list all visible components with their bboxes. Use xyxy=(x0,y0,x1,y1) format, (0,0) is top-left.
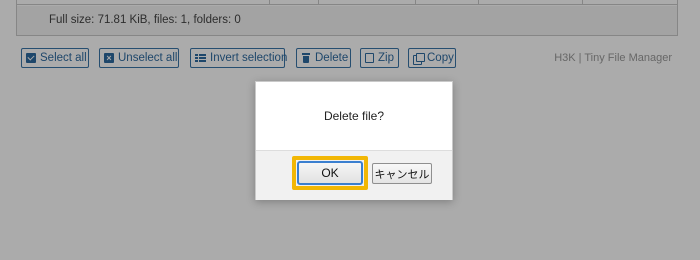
cancel-button[interactable]: キャンセル xyxy=(372,163,432,184)
confirm-dialog: Delete file? OK キャンセル xyxy=(255,81,453,200)
dialog-button-bar: OK キャンセル xyxy=(256,150,452,200)
dialog-message: Delete file? xyxy=(323,109,385,123)
ok-button[interactable]: OK xyxy=(297,161,363,185)
